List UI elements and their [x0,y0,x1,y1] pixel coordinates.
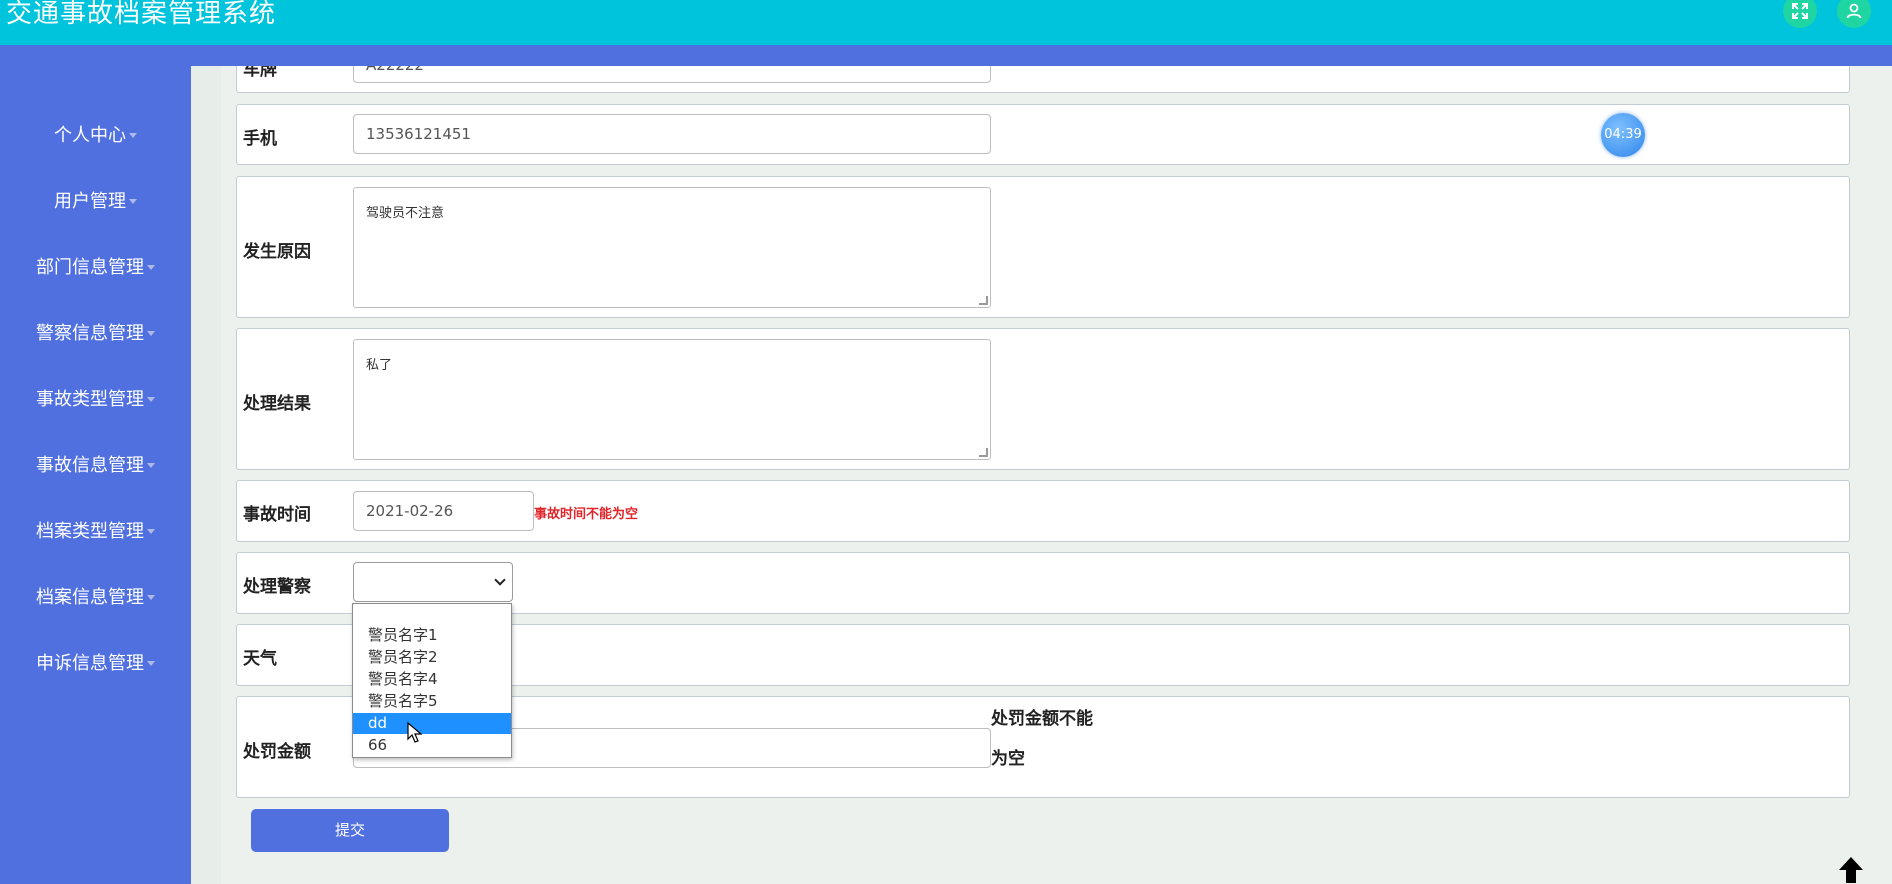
accident-time-label: 事故时间 [243,505,311,525]
fine-label: 处罚金额 [243,742,311,762]
caret-down-icon [147,594,155,600]
sidebar-item-archive-info-management[interactable]: 档案信息管理 [0,576,191,616]
caret-down-icon [129,132,137,138]
caret-down-icon [147,462,155,468]
police-select[interactable] [353,562,513,602]
police-dropdown-list: 警员名字1 警员名字2 警员名字4 警员名字5 dd 66 [352,603,512,758]
sidebar-item-user-management[interactable]: 用户管理 [0,180,191,220]
timer-badge[interactable]: 04:39 [1601,113,1645,157]
resize-handle-icon[interactable] [979,448,988,457]
form-row-cause: 发生原因 驾驶员不注意 [236,176,1850,318]
result-text: 私了 [366,358,393,373]
fine-error-line2: 为空 [991,749,1025,769]
cause-textarea[interactable]: 驾驶员不注意 [353,187,991,308]
app-title: 交通事故档案管理系统 [6,0,277,29]
user-icon [1846,3,1862,19]
fine-error-line1: 处罚金额不能 [991,709,1093,729]
content-gutter [191,66,221,884]
accident-time-error: 事故时间不能为空 [534,507,639,522]
dropdown-option[interactable]: 警员名字4 [353,669,511,690]
sidebar-item-accident-info-management[interactable]: 事故信息管理 [0,444,191,484]
sidebar-item-appeal-management[interactable]: 申诉信息管理 [0,642,191,682]
caret-down-icon [147,528,155,534]
resize-handle-icon[interactable] [979,296,988,305]
sidebar-item-archive-type-management[interactable]: 档案类型管理 [0,510,191,550]
sidebar-item-label: 事故信息管理 [36,455,144,476]
sidebar-item-label: 档案类型管理 [36,521,144,542]
form-row-plate: 车牌 A22222 [236,66,1850,93]
dropdown-option[interactable] [353,605,511,626]
caret-down-icon [147,264,155,270]
sidebar-item-department-management[interactable]: 部门信息管理 [0,246,191,286]
caret-down-icon [147,660,155,666]
sidebar-item-label: 警察信息管理 [36,323,144,344]
dropdown-option[interactable]: 警员名字5 [353,691,511,712]
chevron-down-icon [494,574,506,586]
dropdown-option[interactable]: 66 [353,735,511,756]
phone-label: 手机 [243,129,277,149]
result-label: 处理结果 [243,394,311,414]
dropdown-option-highlighted[interactable]: dd [353,713,511,734]
cause-text: 驾驶员不注意 [366,206,445,221]
accident-time-input[interactable]: 2021-02-26 [353,491,534,531]
sidebar-item-police-management[interactable]: 警察信息管理 [0,312,191,352]
cause-label: 发生原因 [243,242,311,262]
submit-button[interactable]: 提交 [251,809,449,852]
weather-label: 天气 [243,649,277,669]
form-row-accident-time: 事故时间 2021-02-26 事故时间不能为空 [236,480,1850,542]
back-to-top-icon[interactable] [1836,855,1866,884]
sidebar-item-label: 事故类型管理 [36,389,144,410]
sidebar-item-personal-center[interactable]: 个人中心 [0,114,191,154]
fullscreen-icon [1792,3,1808,19]
sidebar-item-label: 档案信息管理 [36,587,144,608]
header-band [0,45,1892,66]
sidebar-item-label: 部门信息管理 [36,257,144,278]
sidebar-item-label: 申诉信息管理 [36,653,144,674]
form-area: 车牌 A22222 手机 13536121451 发生原因 驾驶员不注意 处理结… [191,66,1892,884]
mouse-cursor-icon [407,722,423,743]
sidebar-item-label: 用户管理 [54,191,126,212]
sidebar-item-accident-type-management[interactable]: 事故类型管理 [0,378,191,418]
form-row-result: 处理结果 私了 [236,328,1850,470]
fullscreen-button[interactable] [1783,0,1817,28]
plate-input[interactable]: A22222 [353,66,991,83]
phone-input[interactable]: 13536121451 [353,114,991,154]
top-bar: 交通事故档案管理系统 [0,0,1892,45]
result-textarea[interactable]: 私了 [353,339,991,460]
sidebar-item-label: 个人中心 [54,125,126,146]
caret-down-icon [147,330,155,336]
police-label: 处理警察 [243,577,311,597]
dropdown-option[interactable]: 警员名字1 [353,625,511,646]
user-button[interactable] [1837,0,1871,28]
sidebar: 个人中心 用户管理 部门信息管理 警察信息管理 事故类型管理 事故信息管理 档案… [0,66,191,884]
plate-label: 车牌 [243,66,277,80]
caret-down-icon [129,198,137,204]
caret-down-icon [147,396,155,402]
dropdown-option[interactable]: 警员名字2 [353,647,511,668]
